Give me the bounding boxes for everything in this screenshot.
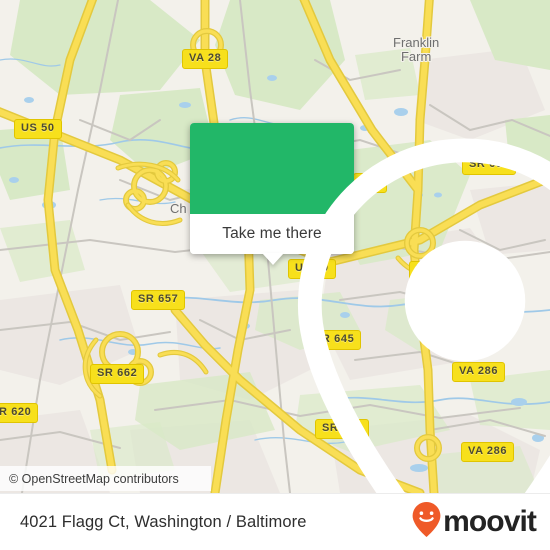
take-me-there-label: Take me there	[222, 225, 322, 242]
popup-pointer-tail	[262, 253, 284, 265]
map-attribution: © OpenStreetMap contributors	[0, 466, 211, 491]
take-me-there-button[interactable]: Take me there	[190, 214, 354, 265]
shield-sr-657: SR 657	[131, 290, 186, 310]
shield-us-50: US 50	[14, 119, 62, 139]
attribution-text: © OpenStreetMap contributors	[9, 471, 179, 486]
popup-pin-panel	[190, 123, 550, 493]
moovit-logo[interactable]: moovit	[411, 501, 537, 543]
map-canvas[interactable]: Franklin Farm Ch VA 28 US 50 SR 608 286 U…	[0, 0, 550, 493]
shield-sr-662: SR 662	[90, 364, 145, 384]
moovit-map-screen: Franklin Farm Ch VA 28 US 50 SR 608 286 U…	[0, 0, 550, 550]
moovit-wordmark: moovit	[443, 505, 537, 538]
shield-sr-620: R 620	[0, 403, 39, 423]
shield-va-28: VA 28	[182, 49, 229, 69]
place-label-chantilly: Ch	[170, 201, 187, 216]
place-label-franklin-farm: Franklin Farm	[393, 35, 440, 64]
moovit-smiley-pin-icon	[411, 501, 442, 543]
destination-popup-card[interactable]: Take me there	[190, 123, 550, 493]
bottom-info-bar: 4021 Flagg Ct, Washington / Baltimore mo…	[0, 493, 550, 550]
address-label: 4021 Flagg Ct, Washington / Baltimore	[20, 512, 307, 531]
